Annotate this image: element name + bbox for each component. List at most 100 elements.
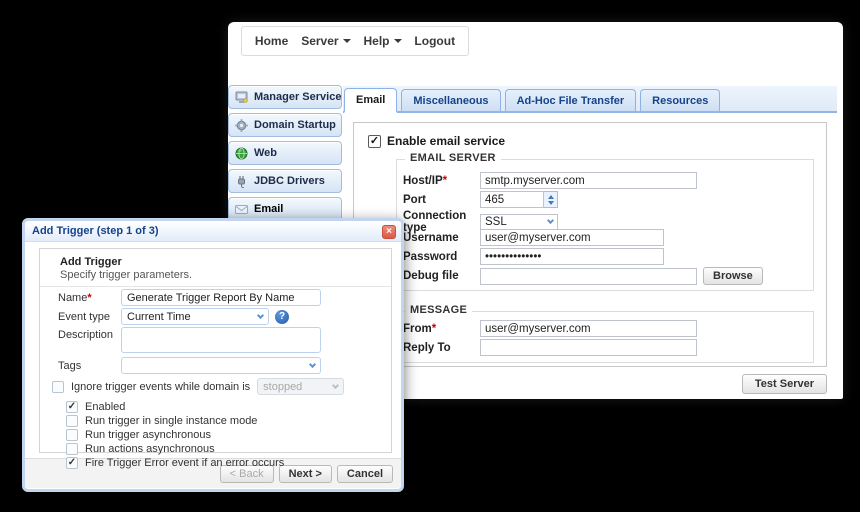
dialog-header: Add Trigger Specify trigger parameters.: [40, 249, 391, 287]
nav-server-menu[interactable]: Server: [301, 34, 350, 48]
tab-label: Miscellaneous: [413, 95, 488, 107]
enable-email-row: ✓ Enable email service: [368, 134, 505, 148]
test-server-button[interactable]: Test Server: [742, 374, 827, 394]
connection-type-select[interactable]: SSL: [480, 214, 558, 231]
server-icon: [235, 91, 248, 104]
chevron-down-icon: [257, 311, 264, 318]
port-label: Port: [403, 194, 480, 206]
enable-email-checkbox[interactable]: ✓: [368, 135, 381, 148]
tags-select[interactable]: [121, 357, 321, 374]
enabled-label: Enabled: [85, 401, 125, 413]
tab-email[interactable]: Email: [344, 88, 397, 113]
enabled-checkbox[interactable]: ✓: [66, 401, 78, 413]
description-textarea[interactable]: [121, 327, 321, 353]
ignore-trigger-checkbox[interactable]: [52, 381, 64, 393]
dialog-body: Add Trigger Specify trigger parameters. …: [25, 242, 401, 458]
single-instance-label: Run trigger in single instance mode: [85, 415, 257, 427]
top-nav: Home Server Help Logout: [241, 26, 469, 56]
add-trigger-dialog: Add Trigger (step 1 of 3) × Add Trigger …: [22, 218, 404, 492]
chevron-down-icon: [547, 217, 554, 224]
dialog-form-panel: Add Trigger Specify trigger parameters. …: [39, 248, 392, 453]
from-label: From*: [403, 323, 480, 335]
required-asterisk: *: [443, 175, 447, 187]
description-label: Description: [58, 327, 121, 341]
sidebar-item-label: Manager Service: [254, 91, 341, 103]
actions-async-checkbox[interactable]: [66, 443, 78, 455]
spinner-up-icon: [548, 195, 554, 199]
close-icon[interactable]: ×: [382, 225, 396, 239]
chevron-down-icon: [332, 381, 339, 388]
tab-label: Resources: [652, 95, 708, 107]
port-spinner[interactable]: [544, 191, 558, 208]
sidebar-item-label: Domain Startup: [254, 119, 336, 131]
actions-async-label: Run actions asynchronous: [85, 443, 215, 455]
plug-icon: [235, 175, 248, 188]
tab-miscellaneous[interactable]: Miscellaneous: [401, 89, 500, 111]
ignore-trigger-label: Ignore trigger events while domain is: [71, 381, 250, 393]
sidebar-item-label: Email: [254, 203, 283, 215]
enable-email-label: Enable email service: [387, 134, 505, 148]
nav-help-menu[interactable]: Help: [363, 34, 401, 48]
fire-error-label: Fire Trigger Error event if an error occ…: [85, 457, 284, 469]
trigger-async-label: Run trigger asynchronous: [85, 429, 211, 441]
screen-background: Home Server Help Logout Manager Service …: [0, 0, 860, 512]
nav-home[interactable]: Home: [255, 34, 288, 48]
required-asterisk: *: [87, 292, 91, 304]
password-label: Password: [403, 251, 480, 263]
required-asterisk: *: [432, 323, 436, 335]
event-type-label: Event type: [58, 311, 121, 323]
browse-button[interactable]: Browse: [703, 267, 763, 285]
sidebar-item-domain-startup[interactable]: Domain Startup: [228, 113, 342, 137]
host-label: Host/IP*: [403, 175, 480, 187]
sidebar-item-manager-service[interactable]: Manager Service: [228, 85, 342, 109]
debug-file-input[interactable]: [480, 268, 697, 285]
debug-file-label: Debug file: [403, 270, 480, 282]
sidebar-item-label: JDBC Drivers: [254, 175, 325, 187]
globe-icon: [235, 147, 248, 160]
from-input[interactable]: [480, 320, 697, 337]
nav-home-label: Home: [255, 34, 288, 48]
spinner-down-icon: [548, 201, 554, 205]
tags-label: Tags: [58, 360, 121, 372]
email-server-fieldset: EMAIL SERVER Host/IP* Port Connection ty…: [396, 159, 814, 291]
cancel-button[interactable]: Cancel: [337, 465, 393, 483]
caret-down-icon: [394, 39, 402, 43]
next-button[interactable]: Next >: [279, 465, 332, 483]
sidebar-item-jdbc-drivers[interactable]: JDBC Drivers: [228, 169, 342, 193]
nav-help-label: Help: [363, 34, 389, 48]
dialog-heading: Add Trigger: [60, 256, 391, 268]
fire-error-checkbox[interactable]: ✓: [66, 457, 78, 469]
chevron-down-icon: [309, 360, 316, 367]
sidebar-item-web[interactable]: Web: [228, 141, 342, 165]
username-input[interactable]: [480, 229, 664, 246]
tab-resources[interactable]: Resources: [640, 89, 720, 111]
email-settings-panel: ✓ Enable email service EMAIL SERVER Host…: [353, 122, 827, 367]
name-label: Name*: [58, 292, 121, 304]
caret-down-icon: [343, 39, 351, 43]
nav-server-label: Server: [301, 34, 338, 48]
tab-adhoc-file-transfer[interactable]: Ad-Hoc File Transfer: [505, 89, 637, 111]
single-instance-checkbox[interactable]: [66, 415, 78, 427]
nav-logout-label: Logout: [414, 34, 455, 48]
message-legend: MESSAGE: [405, 304, 472, 316]
reply-to-input[interactable]: [480, 339, 697, 356]
email-server-legend: EMAIL SERVER: [405, 152, 501, 164]
event-type-select[interactable]: Current Time: [121, 308, 269, 325]
tab-label: Ad-Hoc File Transfer: [517, 95, 625, 107]
event-type-value: Current Time: [127, 311, 191, 323]
password-input[interactable]: [480, 248, 664, 265]
nav-logout[interactable]: Logout: [414, 34, 455, 48]
domain-state-select: stopped: [257, 378, 344, 395]
dialog-subheading: Specify trigger parameters.: [60, 269, 391, 281]
message-fieldset: MESSAGE From* Reply To: [396, 311, 814, 363]
reply-to-label: Reply To: [403, 342, 480, 354]
sidebar-item-label: Web: [254, 147, 277, 159]
dialog-titlebar[interactable]: Add Trigger (step 1 of 3): [25, 221, 401, 242]
host-input[interactable]: [480, 172, 697, 189]
trigger-async-checkbox[interactable]: [66, 429, 78, 441]
port-input[interactable]: [480, 191, 544, 208]
trigger-name-input[interactable]: [121, 289, 321, 306]
dialog-title: Add Trigger (step 1 of 3): [32, 225, 159, 237]
envelope-icon: [235, 203, 248, 216]
help-icon[interactable]: ?: [275, 310, 289, 324]
